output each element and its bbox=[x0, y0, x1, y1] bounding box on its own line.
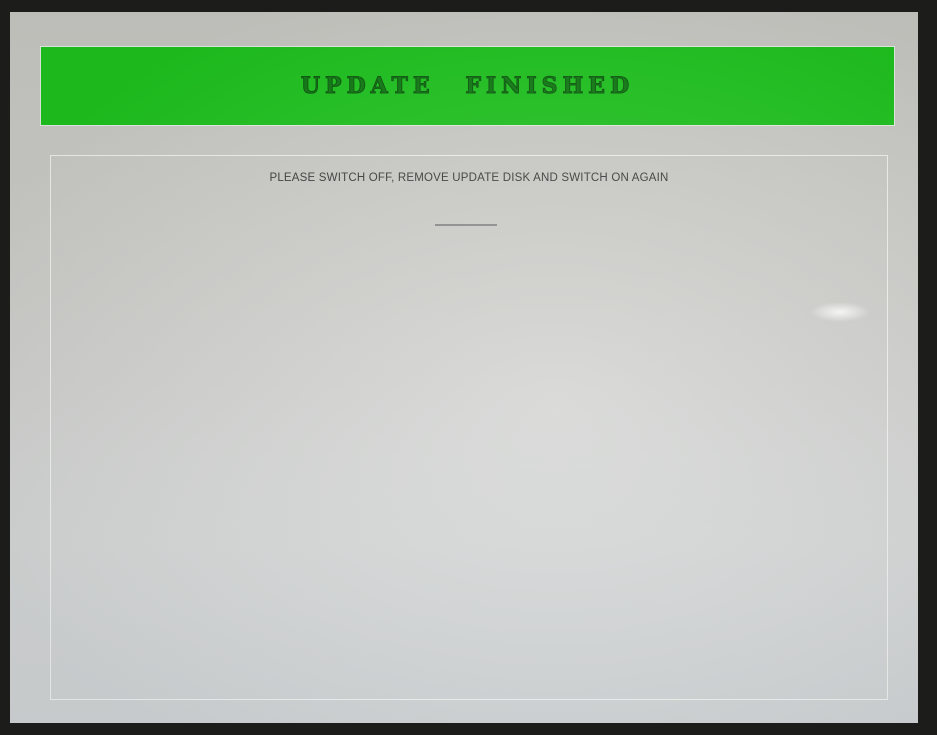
instruction-message: PLEASE SWITCH OFF, REMOVE UPDATE DISK AN… bbox=[269, 172, 669, 184]
banner-title: UPDATE FINISHED bbox=[300, 73, 635, 100]
monitor-bezel: UPDATE FINISHED PLEASE SWITCH OFF, REMOV… bbox=[0, 0, 937, 735]
screen-glare bbox=[810, 302, 870, 322]
message-panel: PLEASE SWITCH OFF, REMOVE UPDATE DISK AN… bbox=[50, 155, 888, 700]
status-banner: UPDATE FINISHED bbox=[40, 46, 895, 126]
separator-dash bbox=[435, 224, 497, 226]
screen: UPDATE FINISHED PLEASE SWITCH OFF, REMOV… bbox=[10, 12, 918, 723]
